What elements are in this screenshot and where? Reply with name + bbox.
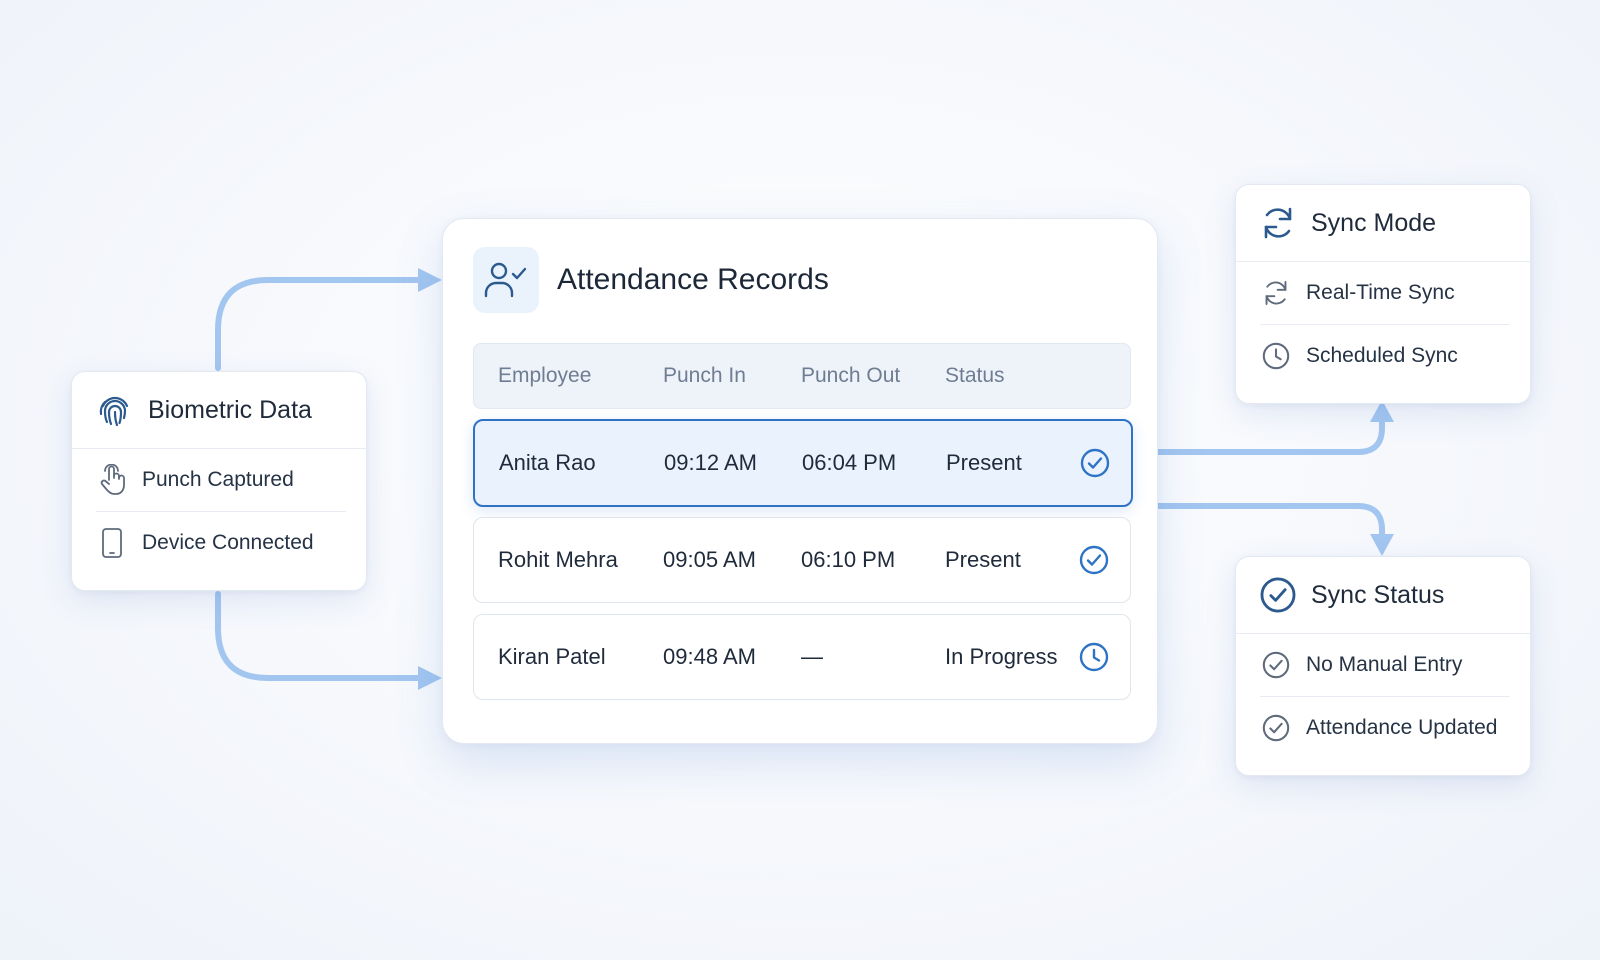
clock-icon bbox=[1260, 340, 1292, 372]
status-value: Present bbox=[945, 547, 1021, 572]
biometric-data-header: Biometric Data bbox=[72, 372, 366, 449]
fingerprint-icon bbox=[96, 391, 134, 429]
column-header-employee: Employee bbox=[498, 364, 592, 387]
table-header: Employee Punch In Punch Out Status bbox=[473, 343, 1131, 409]
employee-name: Kiran Patel bbox=[498, 644, 606, 669]
punch-out-time: 06:04 PM bbox=[802, 450, 897, 475]
attendance-records-title: Attendance Records bbox=[557, 263, 829, 296]
attendance-records-header: Attendance Records bbox=[473, 247, 829, 313]
column-header-punch-in: Punch In bbox=[663, 364, 746, 387]
list-item-punch-captured: Punch Captured bbox=[96, 449, 346, 511]
status-value: Present bbox=[946, 450, 1022, 475]
check-circle-icon bbox=[1260, 649, 1292, 681]
clock-icon bbox=[1078, 641, 1110, 673]
real-time-sync-label: Real-Time Sync bbox=[1306, 281, 1455, 304]
status-value: In Progress bbox=[945, 644, 1058, 669]
check-circle-icon bbox=[1079, 447, 1111, 479]
sync-mode-header: Sync Mode bbox=[1236, 185, 1530, 262]
no-manual-entry-label: No Manual Entry bbox=[1306, 653, 1463, 676]
list-item-attendance-updated: Attendance Updated bbox=[1260, 696, 1510, 759]
arrowhead-records-top bbox=[418, 268, 442, 292]
list-item-real-time-sync: Real-Time Sync bbox=[1260, 262, 1510, 324]
attendance-updated-label: Attendance Updated bbox=[1306, 716, 1498, 739]
column-header-status: Status bbox=[945, 364, 1005, 387]
connector-records-to-sync-mode bbox=[1155, 413, 1385, 455]
user-check-icon bbox=[473, 247, 539, 313]
check-circle-icon bbox=[1259, 576, 1297, 614]
sync-mode-title: Sync Mode bbox=[1311, 208, 1437, 237]
list-item-device-connected: Device Connected bbox=[96, 511, 346, 574]
column-header-punch-out: Punch Out bbox=[801, 364, 901, 387]
table-row[interactable]: Anita Rao 09:12 AM 06:04 PM Present bbox=[473, 419, 1133, 507]
connector-biometric-to-records-top bbox=[215, 277, 423, 371]
list-item-scheduled-sync: Scheduled Sync bbox=[1260, 324, 1510, 387]
arrowhead-sync-status bbox=[1370, 534, 1394, 556]
employee-name: Rohit Mehra bbox=[498, 547, 618, 572]
biometric-data-panel: Biometric Data Punch Captured Device Con… bbox=[71, 371, 367, 591]
smartphone-icon bbox=[96, 527, 128, 559]
connector-biometric-to-records-bottom bbox=[215, 591, 423, 681]
sync-status-title: Sync Status bbox=[1311, 580, 1445, 609]
scheduled-sync-label: Scheduled Sync bbox=[1306, 344, 1458, 367]
punch-out-time: 06:10 PM bbox=[801, 547, 896, 572]
punch-in-time: 09:12 AM bbox=[664, 450, 757, 475]
sync-icon bbox=[1259, 204, 1297, 242]
sync-mode-panel: Sync Mode Real-Time Sync Scheduled Sync bbox=[1235, 184, 1531, 404]
arrowhead-records-bottom bbox=[418, 666, 442, 690]
device-connected-label: Device Connected bbox=[142, 531, 314, 554]
touch-hand-icon bbox=[96, 464, 128, 496]
table-row[interactable]: Kiran Patel 09:48 AM — In Progress bbox=[473, 614, 1131, 700]
punch-in-time: 09:48 AM bbox=[663, 644, 756, 669]
biometric-data-title: Biometric Data bbox=[148, 395, 312, 424]
sync-status-header: Sync Status bbox=[1236, 557, 1530, 634]
check-circle-icon bbox=[1260, 712, 1292, 744]
refresh-icon bbox=[1260, 277, 1292, 309]
attendance-records-panel: Attendance Records Employee Punch In Pun… bbox=[442, 218, 1158, 744]
punch-out-time: — bbox=[801, 644, 823, 669]
table-row[interactable]: Rohit Mehra 09:05 AM 06:10 PM Present bbox=[473, 517, 1131, 603]
punch-captured-label: Punch Captured bbox=[142, 468, 294, 491]
list-item-no-manual-entry: No Manual Entry bbox=[1260, 634, 1510, 696]
connector-records-to-sync-status bbox=[1155, 503, 1385, 543]
check-circle-icon bbox=[1078, 544, 1110, 576]
sync-status-panel: Sync Status No Manual Entry Attendance U… bbox=[1235, 556, 1531, 776]
employee-name: Anita Rao bbox=[499, 450, 596, 475]
punch-in-time: 09:05 AM bbox=[663, 547, 756, 572]
